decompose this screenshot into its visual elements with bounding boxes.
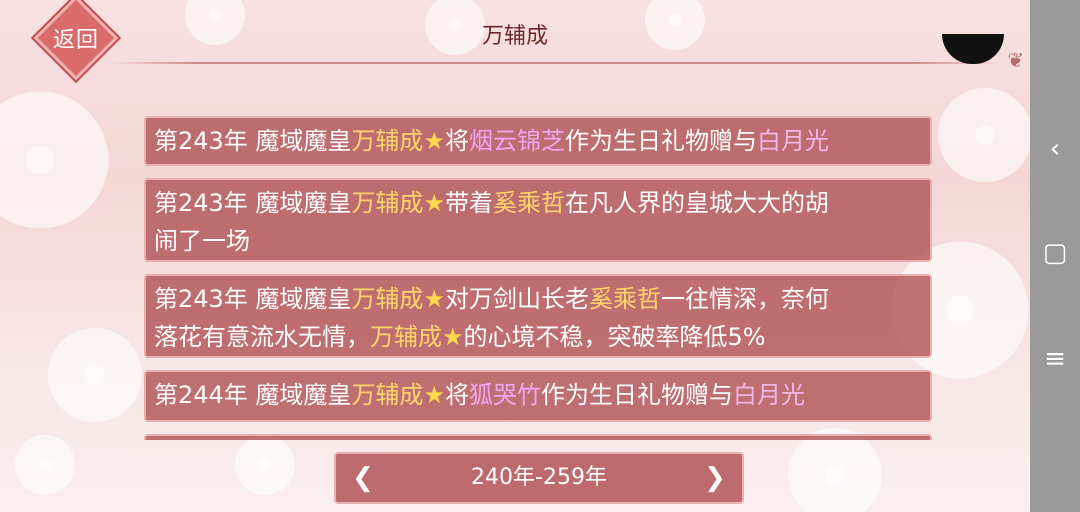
item-name: 狐哭竹: [468, 381, 541, 409]
square-icon[interactable]: ▢: [1030, 238, 1080, 268]
star-icon: ★: [423, 189, 445, 217]
header-divider: [110, 62, 1000, 64]
event-prefix: 第243年 魔域魔皇: [154, 189, 352, 217]
partner-name: 奚乘哲: [588, 285, 661, 313]
event-text: 的心境不稳，突破率降低5%: [463, 323, 766, 351]
event-prefix: 第243年 魔域魔皇: [154, 285, 352, 313]
app-window: 返回 万辅成 ❦ 第243年 魔域魔皇万辅成★将烟云锦芝作为生日礼物赠与白月光 …: [0, 0, 1030, 512]
system-nav-bar: ‹ ▢ ≡: [1030, 0, 1080, 512]
page-title: 万辅成: [481, 24, 548, 49]
character-name: 万辅成: [351, 381, 424, 409]
star-icon: ★: [423, 285, 445, 313]
event-text: 落花有意流水无情，: [154, 323, 370, 351]
target-name: 白月光: [732, 381, 805, 409]
event-list[interactable]: 第243年 魔域魔皇万辅成★将烟云锦芝作为生日礼物赠与白月光 第243年 魔域魔…: [144, 70, 936, 440]
year-range-pager: ❮ 240年-259年 ❯: [334, 452, 744, 504]
event-text: 一往情深，奈何: [660, 285, 829, 313]
event-verb: 将: [444, 381, 469, 409]
header-bar: 返回 万辅成 ❦: [0, 0, 1030, 81]
blossom-decoration: [930, 80, 1030, 190]
hamburger-icon[interactable]: ≡: [1030, 344, 1080, 374]
item-name: 烟云锦芝: [468, 127, 565, 155]
list-item: 第243年 魔域魔皇万辅成★将烟云锦芝作为生日礼物赠与白月光: [144, 116, 932, 166]
star-icon: ★: [423, 127, 445, 155]
list-item: 第243年 魔域魔皇万辅成★对万剑山长老奚乘哲一往情深，奈何 落花有意流水无情，万…: [144, 274, 932, 358]
blossom-decoration: [230, 430, 300, 500]
blossom-decoration: [40, 320, 150, 430]
blossom-decoration: [0, 80, 120, 240]
character-name: 万辅成: [370, 323, 442, 351]
event-text: 在凡人界的皇城大大的胡: [564, 189, 829, 217]
year-range-label: 240年-259年: [471, 465, 607, 490]
event-verb: 将: [444, 127, 469, 155]
list-item: 第243年 魔域魔皇万辅成★带着奚乘哲在凡人界的皇城大大的胡闹了一场: [144, 178, 932, 262]
event-text: 闹了一场: [154, 227, 250, 255]
character-name: 万辅成: [351, 127, 424, 155]
event-verb: 带着: [444, 189, 493, 217]
avatar[interactable]: [942, 34, 1004, 64]
event-prefix: 第244年 魔域魔皇: [154, 381, 352, 409]
character-name: 万辅成: [351, 285, 424, 313]
cloud-flourish-icon: ❦: [1007, 48, 1024, 72]
next-page-arrow-icon[interactable]: ❯: [698, 460, 732, 496]
partner-name: 奚乘哲: [492, 189, 565, 217]
event-prefix: 第243年 魔域魔皇: [154, 127, 352, 155]
event-verb: 对万剑山长老: [444, 285, 589, 313]
chevron-left-icon[interactable]: ‹: [1030, 134, 1080, 164]
star-icon: ★: [442, 323, 464, 351]
target-name: 白月光: [756, 127, 829, 155]
list-item: [144, 434, 932, 440]
blossom-decoration: [10, 430, 80, 500]
star-icon: ★: [423, 381, 445, 409]
event-text: 作为生日礼物赠与: [564, 127, 757, 155]
event-text: 作为生日礼物赠与: [540, 381, 733, 409]
character-name: 万辅成: [351, 189, 424, 217]
list-item: 第244年 魔域魔皇万辅成★将狐哭竹作为生日礼物赠与白月光: [144, 370, 932, 422]
